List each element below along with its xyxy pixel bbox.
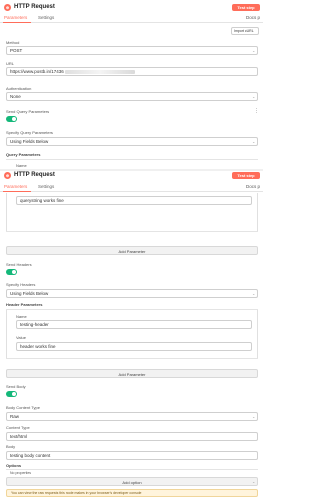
add-query-parameter-button[interactable]: Add Parameter	[6, 246, 258, 255]
tab-parameters[interactable]: Parameters	[4, 15, 27, 20]
url-input[interactable]: https://www.postb.in/17436	[6, 67, 258, 76]
send-body-toggle[interactable]	[6, 391, 17, 397]
send-headers-label: Send Headers	[6, 262, 32, 267]
chevron-down-icon: ⌄	[252, 94, 256, 99]
send-body-label: Send Body	[6, 384, 26, 389]
header-name-input[interactable]: testing-header	[16, 320, 252, 329]
specify-headers-select[interactable]: Using Fields Below	[6, 289, 258, 298]
header-value-input[interactable]: header works fine	[16, 342, 252, 351]
query-value-input[interactable]: querystring works fine	[16, 196, 252, 205]
tab-settings[interactable]: Settings	[38, 184, 54, 189]
tab-divider	[0, 191, 263, 192]
send-headers-toggle[interactable]	[6, 269, 17, 275]
no-properties-text: No properties	[10, 471, 32, 475]
method-label: Method	[6, 40, 20, 45]
test-step-button[interactable]: Test step	[232, 172, 260, 179]
query-name-label: Name	[16, 163, 27, 168]
auth-select[interactable]: None	[6, 92, 258, 101]
params-divider	[6, 231, 258, 232]
globe-icon: ⊕	[4, 4, 11, 11]
url-value: https://www.postb.in/17436	[10, 69, 64, 74]
tab-settings[interactable]: Settings	[38, 15, 54, 20]
body-content-type-select[interactable]: Raw	[6, 412, 258, 421]
specify-query-select[interactable]: Using Fields Below	[6, 137, 258, 146]
params-divider	[6, 159, 258, 160]
tab-divider	[0, 22, 263, 23]
specify-query-label: Specify Query Parameters	[6, 130, 53, 135]
add-option-label: Add option	[122, 480, 142, 485]
tab-parameters[interactable]: Parameters	[4, 184, 27, 189]
send-query-label: Send Query Parameters	[6, 109, 50, 114]
docs-link[interactable]: Docs p	[246, 15, 260, 20]
body-label: Body	[6, 444, 16, 449]
node-title: HTTP Request	[14, 172, 55, 178]
content-type-input[interactable]: text/html	[6, 432, 258, 441]
params-divider	[6, 358, 258, 359]
query-params-label: Query Parameters	[6, 152, 41, 157]
body-input[interactable]: testing body content	[6, 451, 258, 460]
redacted-blur	[64, 69, 135, 74]
method-select[interactable]: POST	[6, 46, 258, 55]
add-option-button[interactable]: Add option	[6, 477, 258, 486]
test-step-button[interactable]: Test step	[232, 4, 260, 11]
body-content-type-label: Body Content Type	[6, 405, 40, 410]
add-header-parameter-button[interactable]: Add Parameter	[6, 369, 258, 378]
options-divider	[6, 469, 258, 470]
url-label: URL	[6, 61, 15, 66]
active-tab-indicator	[3, 22, 31, 23]
docs-link[interactable]: Docs p	[246, 184, 260, 189]
header-value-label: Value	[16, 335, 26, 340]
auth-label: Authentication	[6, 86, 32, 91]
chevron-down-icon: ⌄	[252, 48, 256, 53]
chevron-down-icon: ⌄	[252, 414, 256, 419]
header-params-label: Header Parameters	[6, 302, 43, 307]
chevron-down-icon: ⌄	[252, 291, 256, 296]
header-name-label: Name	[16, 314, 27, 319]
chevron-down-icon: ⌄	[252, 479, 256, 484]
chevron-down-icon: ⌄	[252, 139, 256, 144]
developer-console-notice: You can view the raw requests this node …	[6, 489, 258, 497]
send-query-toggle[interactable]	[6, 116, 17, 122]
more-options-icon[interactable]: ⋮	[254, 108, 259, 114]
screenshot-separator	[0, 169, 263, 171]
node-title: HTTP Request	[14, 4, 55, 10]
active-tab-indicator	[3, 191, 31, 192]
import-curl-button[interactable]: Import cURL	[231, 27, 259, 35]
specify-headers-label: Specify Headers	[6, 282, 36, 287]
content-type-label: Content Type	[6, 425, 30, 430]
options-label: Options	[6, 463, 22, 468]
globe-icon: ⊕	[4, 172, 11, 179]
